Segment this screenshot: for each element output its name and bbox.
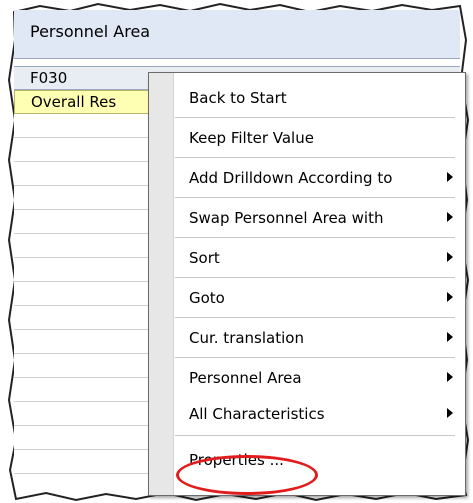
menu-item-sort[interactable]: Sort [173, 241, 463, 273]
menu-separator [175, 317, 455, 318]
menu-item-cur-translation[interactable]: Cur. translation [173, 321, 463, 353]
menu-item-keep-filter-value[interactable]: Keep Filter Value [173, 121, 463, 153]
menu-separator [175, 435, 455, 436]
submenu-arrow-icon [447, 252, 453, 262]
menu-separator [175, 197, 455, 198]
context-menu-icon-bar [149, 73, 174, 495]
menu-separator [175, 157, 455, 158]
submenu-arrow-icon [447, 408, 453, 418]
menu-item-label: Back to Start [189, 89, 287, 107]
menu-item-label: All Characteristics [189, 405, 325, 423]
overall-result-label: Overall Res [31, 93, 117, 111]
menu-separator [175, 357, 455, 358]
column-header-label: Personnel Area [30, 22, 151, 41]
menu-item-label: Goto [189, 289, 225, 307]
menu-item-label: Personnel Area [189, 369, 302, 387]
menu-item-all-characteristics[interactable]: All Characteristics [173, 397, 463, 429]
menu-item-label: Add Drilldown According to [189, 169, 393, 187]
menu-separator [175, 237, 455, 238]
submenu-arrow-icon [447, 332, 453, 342]
submenu-arrow-icon [447, 372, 453, 382]
menu-item-label: Sort [189, 249, 220, 267]
key-value: F030 [30, 69, 68, 87]
menu-item-label: Cur. translation [189, 329, 304, 347]
submenu-arrow-icon [447, 292, 453, 302]
submenu-arrow-icon [447, 212, 453, 222]
context-menu: Back to Start Keep Filter Value Add Dril… [148, 72, 466, 496]
menu-item-goto[interactable]: Goto [173, 281, 463, 313]
menu-separator [175, 277, 455, 278]
menu-item-back-to-start[interactable]: Back to Start [173, 81, 463, 113]
menu-item-add-drilldown[interactable]: Add Drilldown According to [173, 161, 463, 193]
menu-item-swap-personnel-area[interactable]: Swap Personnel Area with [173, 201, 463, 233]
column-header[interactable]: Personnel Area [14, 10, 460, 59]
submenu-arrow-icon [447, 172, 453, 182]
highlight-ring [176, 455, 318, 495]
menu-item-label: Swap Personnel Area with [189, 209, 384, 227]
menu-item-personnel-area[interactable]: Personnel Area [173, 361, 463, 393]
menu-item-label: Keep Filter Value [189, 129, 314, 147]
menu-separator [175, 117, 455, 118]
